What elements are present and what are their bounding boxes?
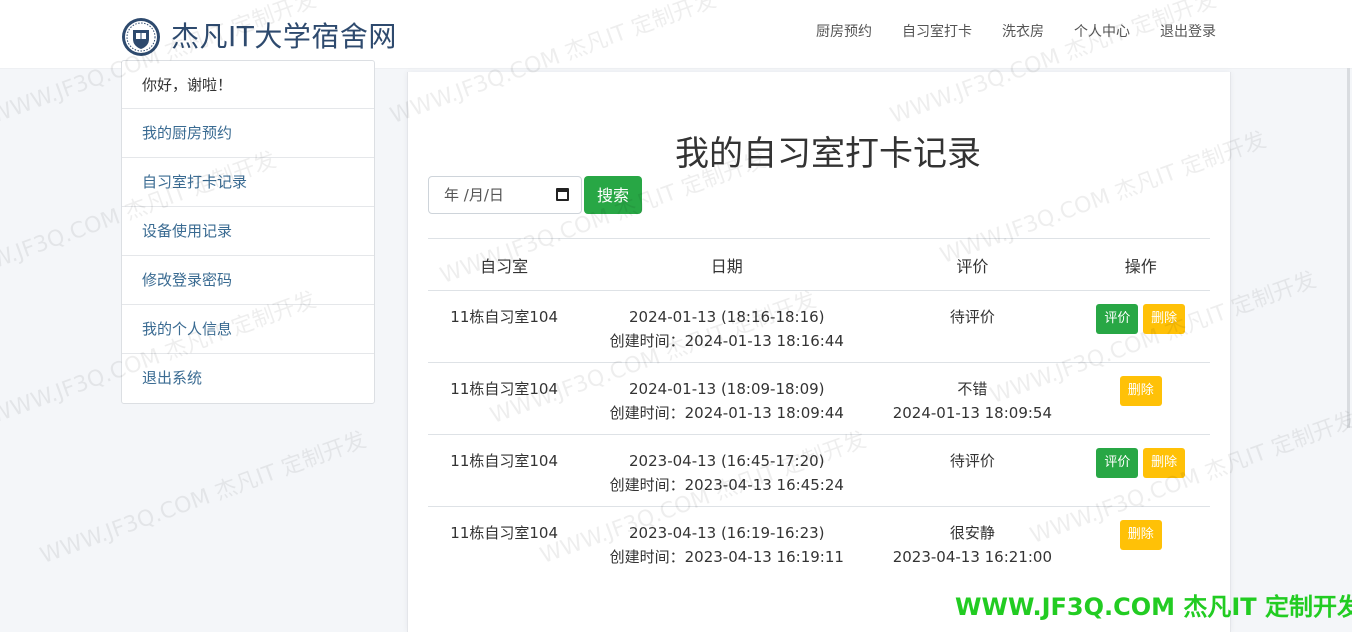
cell-evaluation: 待评价 — [873, 290, 1072, 363]
date-placeholder: 年 /月/日 — [444, 186, 504, 204]
header-room: 自习室 — [428, 238, 581, 291]
sidebar: 你好，谢啦！ 我的厨房预约 自习室打卡记录 设备使用记录 修改登录密码 我的个人… — [121, 60, 375, 404]
created-time: 创建时间：2023-04-13 16:19:11 — [609, 548, 844, 566]
created-time: 创建时间：2024-01-13 18:16:44 — [609, 332, 844, 350]
header-evaluation: 评价 — [873, 238, 1072, 291]
checkin-date: 2023-04-13 (16:45-17:20) — [629, 452, 825, 470]
nav-laundry[interactable]: 洗衣房 — [1002, 22, 1044, 42]
created-time: 创建时间：2024-01-13 18:09:44 — [609, 404, 844, 422]
created-time: 创建时间：2023-04-13 16:45:24 — [609, 476, 844, 494]
sidebar-item-logout[interactable]: 退出系统 — [122, 354, 374, 403]
delete-button[interactable]: 删除 — [1119, 520, 1162, 550]
sidebar-item-device-records[interactable]: 设备使用记录 — [122, 207, 374, 256]
nav-kitchen-booking[interactable]: 厨房预约 — [816, 22, 872, 42]
main-panel: 我的自习室打卡记录 年 /月/日 搜索 自习室 日期 评价 操作 11栋自习室1… — [407, 72, 1231, 632]
cell-evaluation: 待评价 — [873, 434, 1072, 507]
delete-button[interactable]: 删除 — [1143, 304, 1186, 334]
cell-evaluation: 不错 2024-01-13 18:09:54 — [873, 362, 1072, 435]
cell-actions: 评价 删除 — [1071, 290, 1210, 363]
cell-room: 11栋自习室104 — [428, 434, 581, 507]
table-row: 11栋自习室104 2023-04-13 (16:45-17:20) 创建时间：… — [428, 434, 1210, 507]
date-filter-input[interactable]: 年 /月/日 — [428, 176, 582, 214]
evaluation-text: 不错 — [957, 380, 988, 398]
cell-actions: 删除 — [1071, 362, 1210, 435]
top-nav: 厨房预约 自习室打卡 洗衣房 个人中心 退出登录 — [816, 22, 1216, 42]
table-row: 11栋自习室104 2023-04-13 (16:19-16:23) 创建时间：… — [428, 507, 1210, 579]
delete-button[interactable]: 删除 — [1143, 448, 1186, 478]
evaluation-time: 2023-04-13 16:21:00 — [892, 548, 1052, 566]
cell-date: 2023-04-13 (16:19-16:23) 创建时间：2023-04-13… — [580, 507, 873, 579]
cell-evaluation: 很安静 2023-04-13 16:21:00 — [873, 507, 1071, 579]
nav-logout[interactable]: 退出登录 — [1160, 22, 1216, 42]
search-button[interactable]: 搜索 — [584, 176, 642, 214]
delete-button[interactable]: 删除 — [1119, 376, 1162, 406]
cell-date: 2023-04-13 (16:45-17:20) 创建时间：2023-04-13… — [580, 434, 874, 507]
evaluate-button[interactable]: 评价 — [1096, 448, 1139, 478]
watermark-text: WWW.JF3Q.COM 杰凡IT 定制开发 — [36, 427, 370, 570]
evaluation-text: 很安静 — [949, 524, 995, 542]
sidebar-item-study-records[interactable]: 自习室打卡记录 — [122, 158, 374, 207]
sidebar-item-change-password[interactable]: 修改登录密码 — [122, 256, 374, 305]
nav-study-checkin[interactable]: 自习室打卡 — [902, 22, 972, 42]
checkin-records-table: 自习室 日期 评价 操作 11栋自习室104 2024-01-13 (18:16… — [428, 238, 1210, 579]
site-brand[interactable]: 杰凡IT大学宿舍网 — [171, 17, 397, 57]
cell-room: 11栋自习室104 — [428, 290, 581, 363]
table-row: 11栋自习室104 2024-01-13 (18:16-18:16) 创建时间：… — [428, 290, 1210, 363]
page-scrollbar-edge — [1347, 68, 1350, 428]
university-logo-icon — [122, 18, 160, 56]
cell-room: 11栋自习室104 — [428, 362, 581, 435]
cell-date: 2024-01-13 (18:09-18:09) 创建时间：2024-01-13… — [580, 362, 874, 435]
watermark-banner: WWW.JF3Q.COM 杰凡IT 定制开发 — [955, 593, 1352, 621]
cell-date: 2024-01-13 (18:16-18:16) 创建时间：2024-01-13… — [580, 290, 874, 363]
page-title: 我的自习室打卡记录 — [675, 134, 981, 174]
evaluation-text: 待评价 — [949, 452, 995, 470]
header-date: 日期 — [580, 238, 874, 291]
evaluation-time: 2024-01-13 18:09:54 — [892, 404, 1052, 422]
sidebar-item-kitchen-booking[interactable]: 我的厨房预约 — [122, 109, 374, 158]
table-row: 11栋自习室104 2024-01-13 (18:09-18:09) 创建时间：… — [428, 362, 1210, 435]
sidebar-item-personal-info[interactable]: 我的个人信息 — [122, 305, 374, 354]
calendar-icon[interactable] — [556, 188, 569, 201]
checkin-date: 2024-01-13 (18:09-18:09) — [629, 380, 825, 398]
top-header: 杰凡IT大学宿舍网 厨房预约 自习室打卡 洗衣房 个人中心 退出登录 — [0, 0, 1352, 69]
sidebar-greeting: 你好，谢啦！ — [122, 61, 374, 109]
nav-personal-center[interactable]: 个人中心 — [1074, 22, 1130, 42]
header-actions: 操作 — [1071, 238, 1210, 291]
checkin-date: 2024-01-13 (18:16-18:16) — [629, 308, 825, 326]
checkin-date: 2023-04-13 (16:19-16:23) — [629, 524, 825, 542]
evaluation-text: 待评价 — [949, 308, 995, 326]
cell-room: 11栋自习室104 — [450, 524, 559, 542]
cell-actions: 评价 删除 — [1071, 434, 1210, 507]
cell-actions: 删除 — [1071, 507, 1210, 579]
table-header-row: 自习室 日期 评价 操作 — [428, 238, 1210, 291]
evaluate-button[interactable]: 评价 — [1096, 304, 1139, 334]
